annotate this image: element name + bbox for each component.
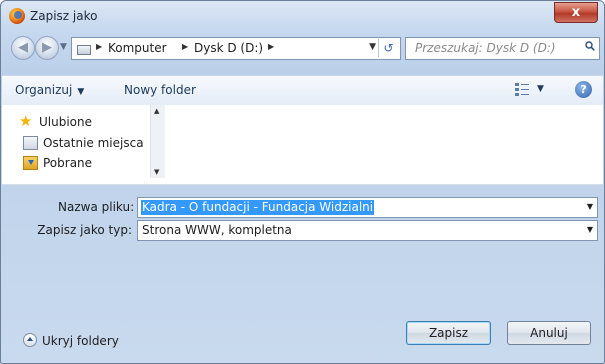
firefox-icon (9, 8, 25, 24)
breadcrumb-drive-d[interactable]: Dysk D (D:) (194, 41, 263, 55)
downloads-icon (23, 156, 38, 170)
chevron-down-icon[interactable]: ▼ (587, 225, 593, 234)
navigation-bar: ◀ ▶ ▼ ▶ Komputer ▶ Dysk D (D:) ▶ ▼ ↺ Prz… (1, 33, 604, 61)
save-form: Nazwa pliku: Kadra - O fundacji - Fundac… (1, 185, 604, 295)
refresh-icon[interactable]: ↺ (378, 39, 398, 57)
back-button[interactable]: ◀ (11, 36, 35, 60)
scroll-up-icon[interactable]: ▲ (154, 107, 159, 115)
navigation-pane: ★ Ulubione Ostatnie miejsca Pobrane ▲ ▼ (2, 105, 603, 185)
chevron-down-icon[interactable]: ▼ (587, 202, 593, 211)
file-type-select[interactable]: Strona WWW, kompletna ▼ (137, 220, 598, 241)
new-folder-button[interactable]: Nowy folder (124, 83, 196, 97)
chevron-down-icon: ▼ (77, 87, 85, 97)
hide-folders-toggle[interactable]: Ukryj foldery (23, 333, 119, 348)
save-as-dialog: Zapisz jako x ◀ ▶ ▼ ▶ Komputer ▶ Dysk D … (0, 0, 605, 364)
breadcrumb-computer[interactable]: Komputer (108, 41, 167, 55)
star-icon: ★ (19, 112, 33, 130)
title-bar: Zapisz jako x (1, 1, 604, 31)
search-icon[interactable] (585, 41, 595, 51)
save-button[interactable]: Zapisz (406, 321, 491, 345)
search-placeholder: Przeszukaj: Dysk D (D:) (415, 41, 556, 55)
view-dropdown[interactable]: ▼ (537, 84, 544, 94)
recent-locations-dropdown[interactable]: ▼ (60, 42, 67, 52)
filename-value[interactable]: Kadra - O fundacji - Fundacja Widzialni (141, 200, 375, 215)
address-bar[interactable]: ▶ Komputer ▶ Dysk D (D:) ▶ ▼ ↺ (71, 37, 401, 60)
cancel-button[interactable]: Anuluj (507, 321, 591, 345)
scroll-down-icon[interactable]: ▼ (154, 168, 159, 176)
nav-item-favorites[interactable]: Ulubione (39, 115, 92, 129)
computer-icon (77, 45, 91, 55)
forward-button[interactable]: ▶ (35, 36, 59, 60)
organize-label: Organizuj (15, 83, 73, 97)
filename-label: Nazwa pliku: (58, 200, 135, 214)
file-type-label: Zapisz jako typ: (37, 223, 132, 237)
nav-item-recent-places[interactable]: Ostatnie miejsca (43, 136, 144, 150)
collapse-icon (23, 333, 37, 347)
view-options-icon[interactable] (515, 83, 529, 96)
recent-places-icon (23, 136, 38, 150)
breadcrumb-arrow-icon[interactable]: ▶ (96, 42, 102, 51)
file-type-value: Strona WWW, kompletna (142, 223, 292, 237)
organize-menu[interactable]: Organizuj ▼ (15, 83, 84, 97)
window-title: Zapisz jako (30, 9, 98, 23)
help-icon[interactable]: ? (575, 81, 592, 98)
hide-folders-label: Ukryj foldery (42, 334, 119, 348)
nav-item-downloads[interactable]: Pobrane (43, 156, 92, 170)
breadcrumb-arrow-icon[interactable]: ▶ (182, 42, 188, 51)
close-button[interactable]: x (554, 2, 598, 23)
command-toolbar: Organizuj ▼ Nowy folder ▼ ? (2, 75, 603, 106)
address-history-dropdown[interactable]: ▼ (369, 42, 376, 52)
filename-field[interactable]: Kadra - O fundacji - Fundacja Widzialni … (137, 197, 598, 218)
breadcrumb-arrow-icon[interactable]: ▶ (268, 42, 274, 51)
navpane-scrollbar[interactable]: ▲ ▼ (150, 105, 165, 178)
search-input[interactable]: Przeszukaj: Dysk D (D:) (405, 37, 600, 60)
